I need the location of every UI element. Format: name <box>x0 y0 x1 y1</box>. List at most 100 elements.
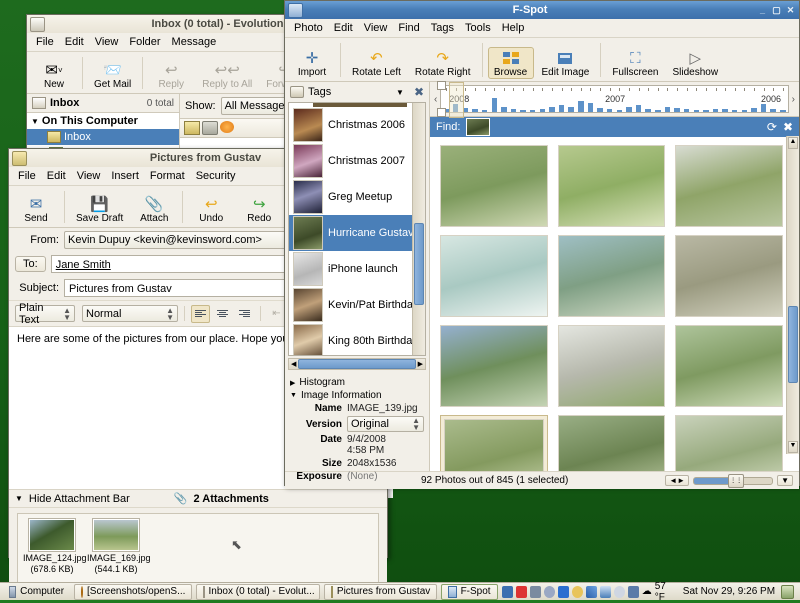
rotate-left-button[interactable]: ↶ Rotate Left <box>346 47 407 79</box>
menu-edit[interactable]: Edit <box>329 21 358 35</box>
edit-image-button[interactable]: Edit Image <box>536 47 596 79</box>
photo-thumbnail-cell[interactable] <box>440 415 548 471</box>
tray-icon-volume[interactable] <box>628 586 639 598</box>
fullscreen-button[interactable]: ⛶ Fullscreen <box>606 47 664 79</box>
photo-thumbnail[interactable] <box>440 235 548 317</box>
close-icon[interactable]: ✖ <box>783 120 793 134</box>
photo-thumbnail-cell[interactable] <box>675 325 783 407</box>
tray-icon-network[interactable] <box>586 586 597 598</box>
timeline-handle[interactable] <box>437 108 446 117</box>
timeline-bar[interactable] <box>492 98 497 112</box>
format-mode-combo[interactable]: Plain Text ▲▼ <box>15 305 75 322</box>
find-bar[interactable]: Find: ⟳ ✖ <box>430 117 799 137</box>
menu-file[interactable]: File <box>13 169 41 183</box>
photo-thumbnail[interactable] <box>675 235 783 317</box>
tray-icon-alert[interactable] <box>516 586 527 598</box>
tag-item-hurricane-gustav[interactable]: Hurricane Gustav <box>289 215 425 251</box>
tag-item-king-80th-birthday[interactable]: King 80th Birthday <box>289 323 425 356</box>
timeline-selection[interactable] <box>449 82 464 118</box>
timeline-bar[interactable] <box>597 108 602 112</box>
tray-icon-display[interactable] <box>600 586 611 598</box>
taskbar-computer[interactable]: Computer <box>3 585 70 599</box>
photo-thumbnail[interactable] <box>440 145 548 227</box>
photo-thumbnail-cell[interactable] <box>440 325 548 407</box>
photo-thumbnail[interactable] <box>558 145 666 227</box>
timeline-bar[interactable] <box>588 103 593 112</box>
photo-browser[interactable]: ‹ 200820072006 › Find: ⟳ ✖ ▲ ▼ <box>430 82 799 471</box>
timeline-next-button[interactable]: › <box>792 94 795 105</box>
scrollbar-thumb[interactable] <box>298 359 415 369</box>
menu-edit[interactable]: Edit <box>42 169 71 183</box>
timeline-bar[interactable] <box>770 109 775 112</box>
menu-find[interactable]: Find <box>393 21 424 35</box>
tag-list-hscrollbar[interactable]: ◀ ▶ <box>288 358 426 370</box>
tags-pane-header[interactable]: Tags ▼ ✖ <box>285 82 429 102</box>
photo-thumbnail[interactable] <box>444 419 544 471</box>
photo-grid-scrollbar[interactable]: ▲ ▼ <box>786 136 799 454</box>
slideshow-button[interactable]: ▷ Slideshow <box>666 47 724 79</box>
timeline-bar[interactable] <box>530 110 535 112</box>
attachment-item[interactable]: IMAGE_124.jpg (678.6 KB) <box>23 519 81 585</box>
timeline-prev-button[interactable]: ‹ <box>434 94 437 105</box>
menu-tools[interactable]: Tools <box>460 21 496 35</box>
timeline-bar[interactable] <box>617 110 622 112</box>
hide-attachment-bar-toggle[interactable]: Hide Attachment Bar <box>29 493 130 505</box>
save-draft-button[interactable]: 💾 Save Draft <box>70 193 129 225</box>
photo-thumbnail-cell[interactable] <box>675 235 783 317</box>
taskbar-inbox[interactable]: Inbox (0 total) - Evolut... <box>196 584 320 600</box>
timeline-bar[interactable] <box>636 105 641 112</box>
timeline-bar[interactable] <box>626 107 631 113</box>
attachment-column-icon[interactable] <box>202 121 218 135</box>
zoom-in-button[interactable]: ▼ <box>777 475 793 486</box>
photo-thumbnail-cell[interactable] <box>558 235 666 317</box>
weather-icon[interactable]: ☁ <box>642 586 652 597</box>
chevron-down-icon[interactable]: ▼ <box>396 88 404 97</box>
refresh-icon[interactable]: ⟳ <box>767 120 777 134</box>
close-icon[interactable]: ✖ <box>414 85 424 99</box>
fspot-toolbar[interactable]: ✛ Import ↶ Rotate Left ↷ Rotate Right Br… <box>285 38 799 82</box>
photo-thumbnail[interactable] <box>675 145 783 227</box>
photo-thumbnail[interactable] <box>558 325 666 407</box>
photo-thumbnail-cell[interactable] <box>558 325 666 407</box>
close-button[interactable]: ✕ <box>785 5 796 16</box>
timeline-bar[interactable] <box>684 109 689 112</box>
timeline-bar[interactable] <box>540 109 545 112</box>
timeline-bar[interactable] <box>694 110 699 112</box>
photo-thumbnail[interactable] <box>440 325 548 407</box>
menu-format[interactable]: Format <box>145 169 190 183</box>
timeline[interactable]: ‹ 200820072006 › <box>430 82 799 117</box>
scrollbar-thumb[interactable] <box>788 306 798 383</box>
tag-item-christmas-2006[interactable]: Christmas 2006 <box>289 107 425 143</box>
tag-list-scrollbar[interactable] <box>412 103 425 355</box>
align-center-button[interactable] <box>213 305 232 323</box>
browse-button[interactable]: Browse <box>488 47 534 79</box>
show-desktop-icon[interactable] <box>781 585 794 599</box>
clock[interactable]: Sat Nov 29, 9:26 PM <box>680 586 778 597</box>
photo-grid[interactable] <box>430 137 799 471</box>
tag-list[interactable]: Christmas 2006 Christmas 2007 Greg Meetu… <box>288 102 426 356</box>
menu-security[interactable]: Security <box>191 169 241 183</box>
menu-view[interactable]: View <box>359 21 393 35</box>
maximize-button[interactable]: ▢ <box>771 5 782 16</box>
menu-edit[interactable]: Edit <box>60 35 89 49</box>
timeline-bar[interactable] <box>559 105 564 112</box>
tray-icon-wireless[interactable] <box>544 586 555 598</box>
photo-thumbnail[interactable] <box>558 235 666 317</box>
info-row-version[interactable]: Version Original ▲▼ <box>290 415 424 433</box>
zoom-slider-thumb[interactable]: ⋮⋮ <box>728 474 744 488</box>
timeline-bar[interactable] <box>674 108 679 112</box>
attachment-bar-header[interactable]: ▼ Hide Attachment Bar 📎 2 Attachments <box>9 489 387 508</box>
menu-view[interactable]: View <box>72 169 106 183</box>
timeline-bar[interactable] <box>665 107 670 112</box>
menu-photo[interactable]: Photo <box>289 21 328 35</box>
undo-button[interactable]: ↩ Undo <box>188 193 234 225</box>
menu-message[interactable]: Message <box>167 35 222 49</box>
minimize-button[interactable]: _ <box>757 5 768 16</box>
version-combo[interactable]: Original ▲▼ <box>347 416 424 432</box>
timeline-bar[interactable] <box>607 109 612 112</box>
tag-item-greg-meetup[interactable]: Greg Meetup <box>289 179 425 215</box>
tree-item-on-this-computer[interactable]: ▼ On This Computer <box>27 113 179 129</box>
taskbar-fspot[interactable]: F-Spot <box>441 584 498 600</box>
timeline-bar[interactable] <box>645 109 650 112</box>
taskbar[interactable]: Computer [Screenshots/openS... Inbox (0 … <box>0 582 800 600</box>
